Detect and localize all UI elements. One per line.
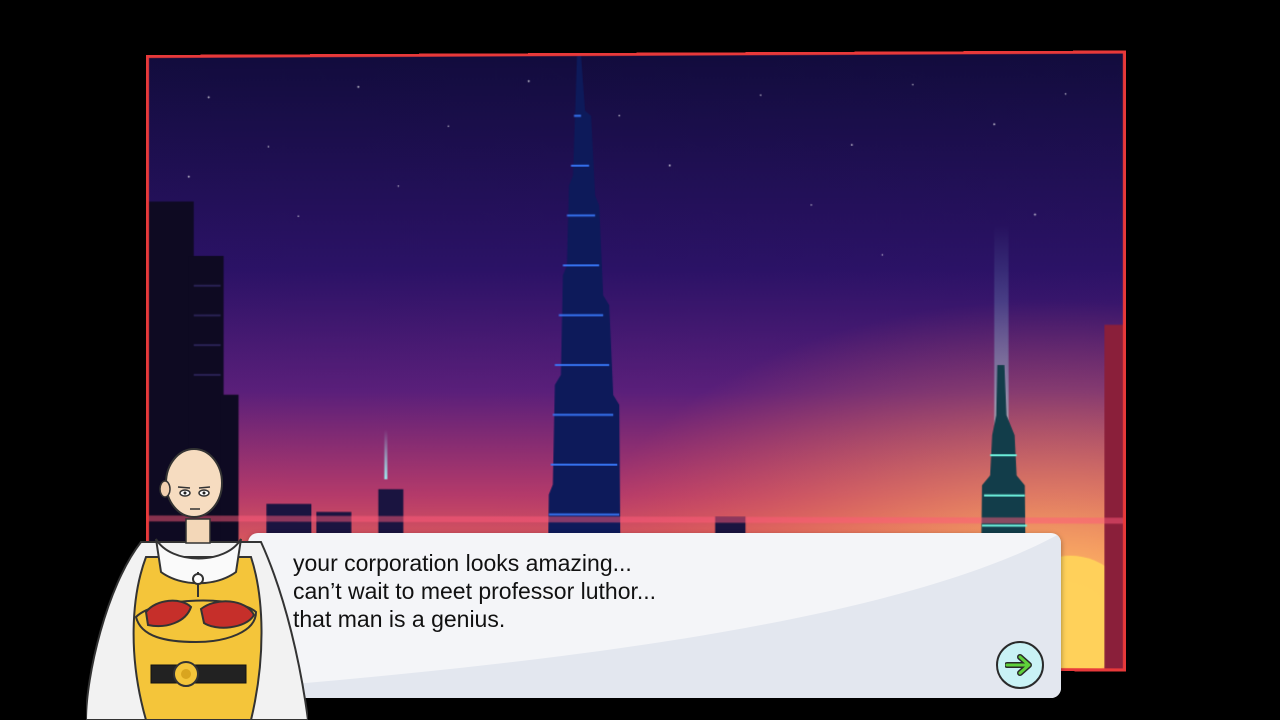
bald-hero-portrait [86, 448, 308, 720]
dialog-text: your corporation looks amazing... can’t … [293, 549, 656, 633]
dialog-line: that man is a genius. [293, 606, 506, 632]
dialog-box: your corporation looks amazing... can’t … [248, 533, 1061, 698]
dialog-line: can’t wait to meet professor luthor... [293, 578, 657, 604]
dialog-line: your corporation looks amazing... [293, 550, 632, 576]
arrow-right-icon [1005, 654, 1032, 676]
next-button[interactable] [996, 641, 1044, 689]
